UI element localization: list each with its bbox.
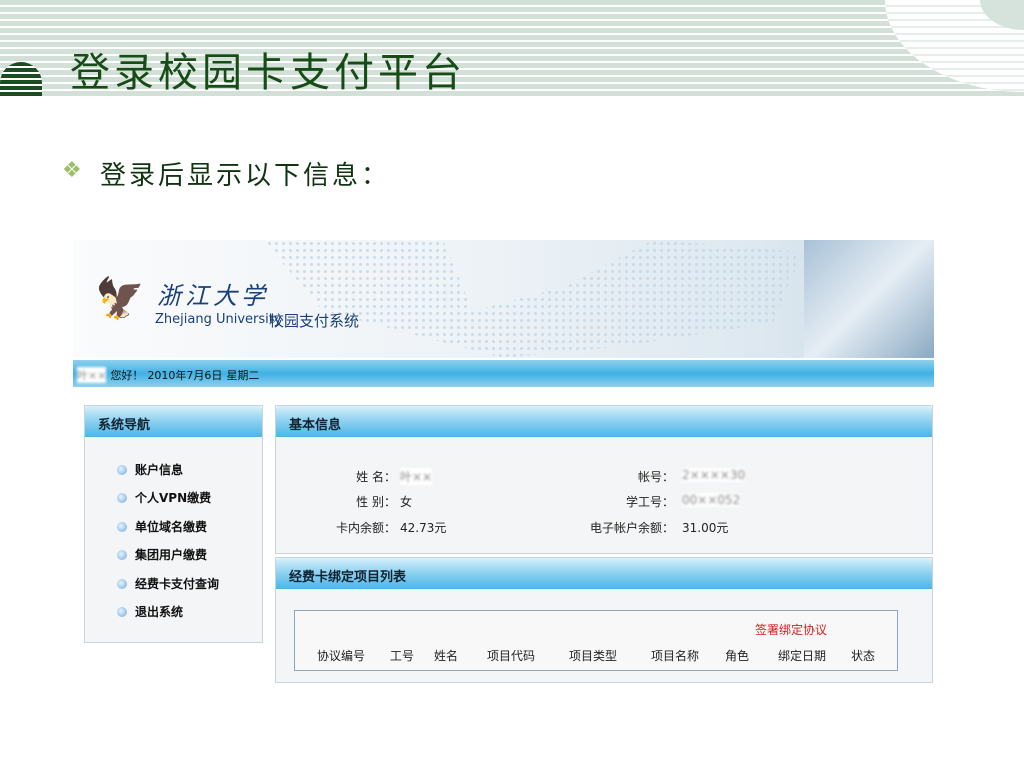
- greeting-bar: 叶×× 您好！ 2010年7月6日 星期二: [73, 360, 934, 387]
- col-bind-date: 绑定日期: [778, 649, 827, 663]
- sign-agreement-link[interactable]: 签署绑定协议: [755, 621, 827, 638]
- logo-chinese: 浙江大学: [157, 282, 269, 310]
- col-role: 角色: [725, 649, 750, 663]
- gender-value: 女: [400, 495, 413, 509]
- staff-id-value: 00××052: [682, 493, 741, 507]
- col-project-type: 项目类型: [569, 649, 618, 663]
- world-map-dots: [263, 240, 803, 358]
- system-name: 校园支付系统: [269, 312, 360, 330]
- col-name: 姓名: [434, 649, 459, 663]
- bullet-icon: [117, 464, 127, 475]
- e-account-balance-value: 31.00元: [682, 521, 729, 535]
- name-label: 姓 名：: [356, 470, 396, 484]
- project-list-title: 经费卡绑定项目列表: [276, 558, 932, 589]
- col-project-code: 项目代码: [487, 649, 536, 663]
- nav-label: 退出系统: [135, 605, 184, 619]
- weekday: 星期二: [226, 369, 260, 382]
- name-value: 叶××: [400, 468, 433, 485]
- bullet-icon: [117, 521, 127, 532]
- app-screenshot: 🦅 浙江大学 Zhejiang University 校园支付系统 叶×× 您好…: [73, 240, 934, 688]
- slide-bullet-text: 登录后显示以下信息：: [100, 161, 391, 191]
- account-label: 帐号：: [637, 470, 674, 484]
- e-account-balance-label: 电子帐户余额：: [589, 521, 674, 535]
- nav-item-vpn-payment[interactable]: 个人VPN缴费: [117, 489, 211, 506]
- slide-title: 登录校园卡支付平台: [70, 50, 466, 96]
- bullet-icon: [117, 492, 127, 503]
- gender-label: 性 别：: [356, 495, 396, 509]
- bullet-icon: [117, 578, 127, 589]
- col-staff-no: 工号: [390, 649, 415, 663]
- decorative-semicircle: [0, 62, 42, 98]
- bullet-diamond-icon: ❖: [62, 158, 82, 183]
- project-list-panel: 经费卡绑定项目列表 签署绑定协议 协议编号 工号 姓名 项目代码 项目类型 项目…: [275, 557, 933, 683]
- nav-item-fund-card-query[interactable]: 经费卡支付查询: [117, 575, 219, 592]
- bullet-icon: [117, 606, 127, 617]
- col-agreement-no: 协议编号: [317, 649, 366, 663]
- nav-item-domain-payment[interactable]: 单位域名缴费: [117, 518, 207, 535]
- nav-item-group-payment[interactable]: 集团用户缴费: [117, 546, 207, 563]
- nav-item-logout[interactable]: 退出系统: [117, 603, 183, 620]
- nav-label: 账户信息: [135, 463, 184, 477]
- user-name: 叶××: [77, 367, 107, 383]
- staff-id-label: 学工号：: [625, 495, 674, 509]
- bullet-icon: [117, 549, 127, 560]
- greeting-text: 您好！: [110, 369, 144, 382]
- nav-title: 系统导航: [85, 406, 262, 437]
- nav-label: 个人VPN缴费: [135, 491, 212, 505]
- card-balance-label: 卡内余额：: [335, 521, 396, 535]
- app-banner: 🦅 浙江大学 Zhejiang University 校园支付系统: [73, 240, 934, 358]
- university-logo-icon: 🦅: [95, 276, 145, 322]
- account-value: 2××××30: [682, 468, 746, 482]
- project-table: 签署绑定协议 协议编号 工号 姓名 项目代码 项目类型 项目名称 角色 绑定日期…: [294, 610, 898, 671]
- col-project-name: 项目名称: [651, 649, 700, 663]
- nav-item-account-info[interactable]: 账户信息: [117, 461, 183, 478]
- nav-label: 单位域名缴费: [135, 520, 208, 534]
- card-balance-value: 42.73元: [400, 521, 447, 535]
- basic-info-title: 基本信息: [276, 406, 932, 437]
- date: 2010年7月6日: [147, 369, 223, 382]
- col-status: 状态: [851, 649, 876, 663]
- building-image: [804, 240, 934, 358]
- nav-label: 经费卡支付查询: [135, 577, 220, 591]
- nav-panel: 系统导航 账户信息 个人VPN缴费 单位域名缴费 集团用户缴费 经费卡支付查询 …: [84, 405, 263, 643]
- nav-label: 集团用户缴费: [135, 548, 208, 562]
- basic-info-panel: 基本信息 姓 名： 叶×× 性 别： 女 卡内余额： 42.73元 帐号： 2×…: [275, 405, 933, 554]
- logo-english: Zhejiang University: [155, 312, 282, 327]
